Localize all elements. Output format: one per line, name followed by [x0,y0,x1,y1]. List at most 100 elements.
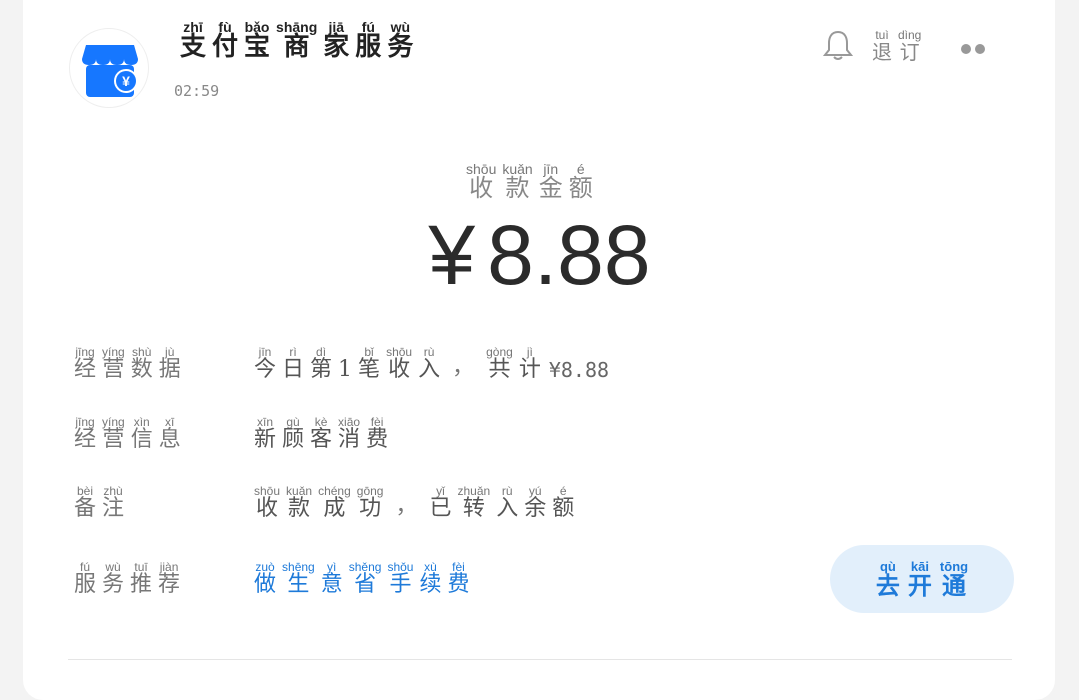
hanzi: 笔 [358,357,381,382]
hanzi: 退 [872,40,892,64]
ruby-char: zhù 注 [102,484,124,520]
row-label: jīng 经 yíng 营 shù 数 jù 据 [74,345,254,381]
hanzi: 服 [74,572,97,597]
hanzi: 经 [74,427,97,452]
recommend-link[interactable]: zuò 做 shēng 生 yì 意 shěng 省 shǒu 手 xù 续 fèi 费 [254,560,470,596]
hanzi: 营 [102,357,125,382]
hanzi: 款 [505,174,530,202]
hanzi: 费 [447,572,470,597]
row-service-recommend: fú 服 wù 务 tuī 推 jiàn 荐 zuò 做 shēng 生 yì 意 shěng 省 shǒu 手… [74,560,470,596]
hanzi: 省 [354,572,377,597]
hanzi: 荐 [158,572,181,597]
ruby-char: zhuǎn 转 [458,484,491,520]
row-label: fú 服 wù 务 tuī 推 jiàn 荐 [74,560,254,596]
more-icon[interactable] [961,44,985,54]
timestamp: 02:59 [174,82,220,100]
hanzi: 订 [899,40,920,64]
ruby-char: xìn 信 [131,415,153,451]
hanzi: 款 [288,496,311,521]
ruby-char: xīn 新 [254,415,276,451]
hanzi: 日 [282,357,305,382]
ruby-char: shù 数 [131,345,153,381]
store-yuan-icon: ¥ [82,45,138,97]
hanzi: 宝 [244,32,271,62]
ruby-char: shěng 省 [349,560,382,596]
ruby-char: jiā 家 [323,20,349,60]
activate-button[interactable]: qù 去 kāi 开 tōng 通 [830,545,1014,613]
svg-text:¥: ¥ [122,73,130,89]
ruby-char: gù 顾 [282,415,304,451]
ruby-char: bǎo 宝 [244,20,270,60]
ruby-char: tuī 推 [130,560,152,596]
merchant-avatar: ¥ [69,28,149,108]
hanzi: 金 [538,174,563,202]
ruby-char: é额 [552,484,574,520]
ruby-char: jīng 经 [74,345,96,381]
row-value: xīn 新 gù 顾 kè 客 xiāo 消 fèi 费 [254,415,388,451]
ruby-char: yíng 营 [102,415,125,451]
hanzi: 信 [130,427,153,452]
hanzi: 数 [130,357,153,382]
hanzi: 手 [389,572,412,597]
ruby-char: shōu 收 [254,484,280,520]
ruby-char: fù 付 [212,20,238,60]
hanzi: 客 [310,427,333,452]
ruby-char: shāng 商 [276,20,317,60]
hanzi: 功 [359,496,382,521]
ruby-char: yú 余 [524,484,546,520]
ruby-char: kāi 开 [908,560,932,598]
comma: ， [452,355,475,380]
ruby-char: yì 意 [321,560,343,596]
hanzi: 息 [158,427,181,452]
ruby-char: gōng 功 [357,484,384,520]
hanzi: 务 [387,32,414,62]
hanzi: 通 [942,571,966,600]
divider [68,659,1012,660]
unsubscribe-link[interactable]: tuì 退 dìng 订 [872,28,921,62]
amount-label: shōu 收 kuǎn 款 jīn 金 é 额 [466,162,593,200]
hanzi: 共 [488,357,511,382]
hanzi: 商 [283,32,310,62]
ruby-char: yǐ 已 [429,484,451,520]
hanzi: 做 [254,572,277,597]
bell-icon[interactable] [821,28,855,66]
ruby-char: shōu 收 [386,345,412,381]
ruby-char: fú 服 [355,20,381,60]
ruby-char: gòng 共 [486,345,513,381]
ruby-char: shǒu 手 [387,560,413,596]
ruby-char: kè 客 [310,415,332,451]
hanzi: 务 [102,572,125,597]
ruby-char: wù 务 [102,560,124,596]
hanzi: 余 [524,496,547,521]
row-label: bèi 备 zhù 注 [74,484,254,520]
amount-number: 8.88 [487,208,651,302]
ruby-char: xù 续 [419,560,441,596]
ruby-char: zhī 支 [180,20,206,60]
hanzi: 生 [287,572,310,597]
ruby-char: rù 入 [418,345,440,381]
hanzi: 去 [875,571,900,600]
hanzi: 入 [418,357,441,382]
ruby-char: shēng 生 [282,560,315,596]
ruby-char: dìng 订 [898,28,921,62]
hanzi: 额 [552,496,575,521]
ruby-char: shōu 收 [466,162,496,200]
hanzi: 注 [102,496,125,521]
ruby-char: bèi 备 [74,484,96,520]
page-title: zhī 支 fù 付 bǎo 宝 shāng 商 jiā 家 fú 服 wù 务 [180,20,413,60]
hanzi: 今 [254,357,277,382]
hanzi: 付 [212,32,239,62]
hanzi: 收 [256,496,279,521]
hanzi: 成 [323,496,346,521]
ruby-char: fú 服 [74,560,96,596]
hanzi: 入 [496,496,519,521]
ruby-char: fèi 费 [447,560,469,596]
hanzi: 费 [366,427,389,452]
hanzi: 计 [518,357,541,382]
ruby-char: wù 务 [387,20,413,60]
hanzi: 第 [310,357,333,382]
hanzi: 支 [180,32,207,62]
ruby-char: qù 去 [876,560,900,598]
ruby-char: jīn 今 [254,345,276,381]
comma: ， [395,494,418,519]
